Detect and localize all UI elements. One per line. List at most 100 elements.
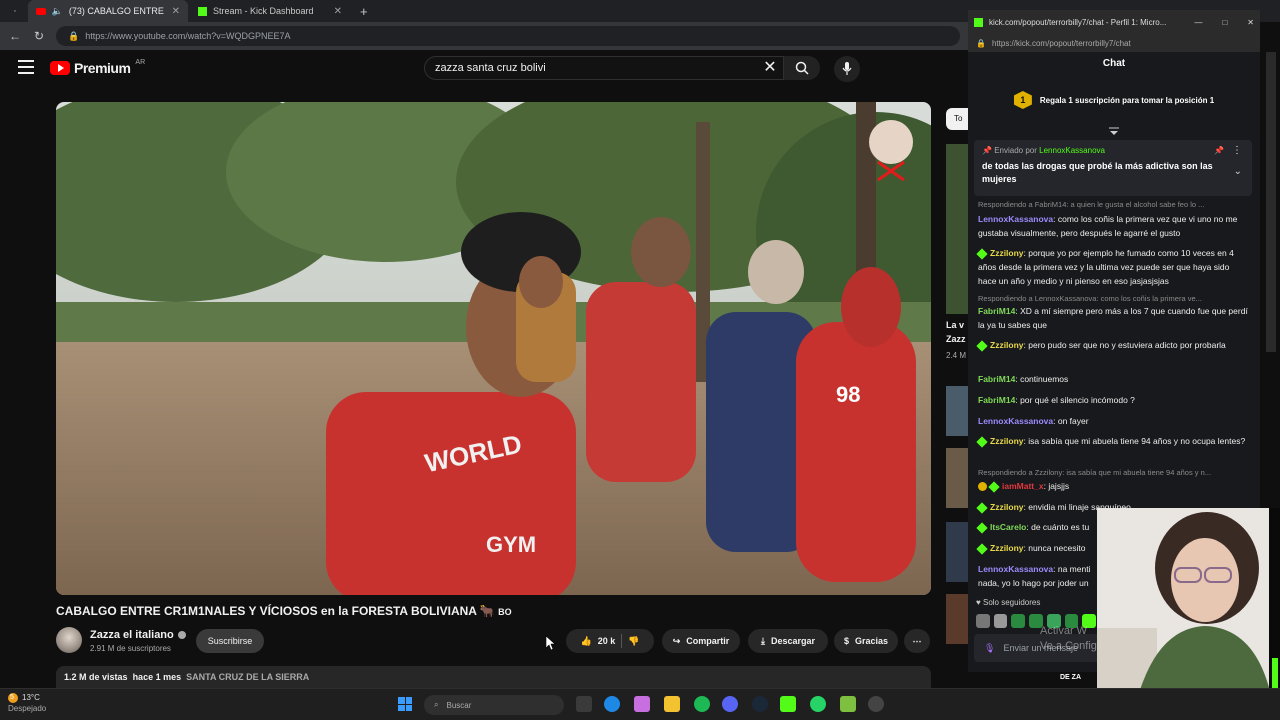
gift-badge-icon (978, 482, 987, 492)
thanks-button[interactable]: $ Gracias (834, 629, 898, 653)
subscriber-badge-icon (976, 436, 988, 448)
weather-widget[interactable]: 5 13°C Despejado (8, 692, 46, 714)
close-icon[interactable]: ✕ (172, 6, 180, 17)
maximize-icon[interactable]: □ (1222, 18, 1227, 27)
channel-avatar[interactable] (56, 627, 82, 653)
tab-kick-dashboard[interactable]: Stream - Kick Dashboard ✕ (190, 0, 350, 22)
share-button[interactable]: ↪ Compartir (662, 629, 740, 653)
chat-username[interactable]: Zzzilony (990, 436, 1024, 446)
chat-username[interactable]: LennoxKassanova (978, 416, 1053, 426)
emote-icon[interactable] (976, 614, 990, 628)
chat-username[interactable]: LennoxKassanova (978, 214, 1053, 224)
kick-url-bar[interactable]: 🔒 https://kick.com/popout/terrorbilly7/c… (968, 34, 1260, 52)
recommendation-thumbnail[interactable] (946, 386, 968, 436)
task-view-icon[interactable] (576, 696, 592, 712)
whatsapp-icon[interactable] (810, 696, 826, 712)
chat-message: LennoxKassanova: como los coñis la prime… (978, 214, 1238, 238)
reload-icon[interactable]: ↻ (32, 29, 46, 43)
file-explorer-icon[interactable] (664, 696, 680, 712)
more-vertical-icon[interactable]: ⋮ (1232, 145, 1242, 156)
pinned-user[interactable]: LennoxKassanova (1039, 146, 1105, 155)
voice-search-button[interactable] (834, 56, 860, 82)
recommendations-strip: To La v Zazz 2.4 M (946, 104, 968, 684)
video-player[interactable]: 98 WORLD GYM (56, 102, 931, 595)
like-button[interactable]: 👍 20 k (581, 636, 616, 647)
kick-url-text: https://kick.com/popout/terrorbilly7/cha… (991, 38, 1131, 48)
share-icon: ↪ (672, 635, 681, 646)
filter-chip[interactable]: To (946, 108, 968, 130)
minimize-icon[interactable]: — (1194, 18, 1202, 27)
pinned-message[interactable]: 📌 Enviado por LennoxKassanova de todas l… (974, 140, 1252, 196)
reply-context: Respondiendo a LennoxKassanova: como los… (978, 294, 1202, 303)
tab-youtube[interactable]: 🔈 (73) CABALGO ENTRE CR1M ✕ (28, 0, 188, 22)
kick-app-icon[interactable] (780, 696, 796, 712)
chat-username[interactable]: FabriM14 (978, 395, 1015, 405)
edge-icon[interactable] (604, 696, 620, 712)
chat-username[interactable]: FabriM14 (978, 306, 1015, 316)
search-input[interactable]: zazza santa cruz bolivi (424, 56, 784, 80)
chat-text: isa sabía que mi abuela tiene 94 años y … (1028, 436, 1246, 446)
chat-username[interactable]: Zzzilony (990, 502, 1024, 512)
app-icon[interactable] (840, 696, 856, 712)
steam-icon[interactable] (752, 696, 768, 712)
close-icon[interactable]: ✕ (1247, 18, 1254, 27)
gift-sub-banner[interactable]: 1 Regala 1 suscripción para tomar la pos… (976, 86, 1252, 114)
new-tab-button[interactable]: + (352, 0, 372, 22)
taskbar-search[interactable]: ⌕ Buscar (424, 695, 564, 715)
close-icon[interactable]: ✕ (334, 6, 342, 17)
download-button[interactable]: ⤓ Descargar (748, 629, 828, 653)
windows-start-icon[interactable] (398, 697, 412, 711)
emote-icon[interactable] (993, 614, 1008, 628)
kick-window-title: kick.com/popout/terrorbilly7/chat - Perf… (988, 17, 1167, 27)
spotify-icon[interactable] (694, 696, 710, 712)
discord-icon[interactable] (722, 696, 738, 712)
thanks-icon: $ (843, 636, 849, 646)
heart-icon: ♥ (976, 598, 981, 607)
weather-icon: 5 (8, 692, 18, 703)
clear-search-icon[interactable]: ✕ (760, 58, 780, 78)
kick-scrollbar[interactable] (1266, 52, 1276, 352)
more-actions-button[interactable]: ⋯ (904, 629, 930, 653)
tab-label: (73) CABALGO ENTRE CR1M (68, 6, 166, 16)
chat-title: Chat (1102, 58, 1126, 69)
kick-logo-icon (974, 17, 983, 27)
region-code: AR (135, 58, 146, 66)
copilot-icon[interactable] (634, 696, 650, 712)
video-title-suffix: BO (498, 607, 512, 617)
video-title: CABALGO ENTRE CR1M1NALES Y VÍCIOSOS en l… (56, 604, 512, 618)
thumbs-up-icon: 👍 (580, 635, 592, 646)
url-field[interactable]: 🔒 https://www.youtube.com/watch?v=WQDGPN… (56, 26, 960, 46)
back-icon[interactable]: ← (8, 29, 22, 43)
channel-name[interactable]: Zazza el italiano (90, 629, 186, 641)
hamburger-menu-icon[interactable] (18, 60, 34, 74)
recommendation-thumbnail[interactable] (946, 144, 968, 314)
pin-toggle-icon[interactable]: 📌 (1214, 146, 1224, 155)
recommendation-thumbnail[interactable] (946, 522, 968, 582)
subscriber-badge-icon (976, 522, 988, 534)
recommendation-thumbnail[interactable] (946, 448, 968, 508)
chat-username[interactable]: FabriM14 (978, 374, 1015, 384)
sidebar-icon[interactable] (6, 0, 24, 22)
youtube-logo[interactable]: Premium AR (50, 58, 146, 76)
webcam-overlay (1097, 508, 1280, 700)
recommendation-thumbnail[interactable] (946, 594, 968, 644)
emote-icon[interactable] (1011, 614, 1026, 628)
recommendation-badge-text: DE ZA (1060, 674, 1081, 681)
obs-icon[interactable] (868, 696, 884, 712)
view-count: 1.2 M de vistas (64, 672, 128, 682)
thumbs-down-icon[interactable]: 👎 (628, 636, 639, 647)
collapse-icon[interactable] (1108, 122, 1120, 135)
chat-text: jajsjjs (1048, 481, 1070, 491)
search-button[interactable] (784, 56, 820, 80)
chat-username[interactable]: Zzzilony (990, 543, 1024, 553)
chat-username[interactable]: Zzzilony (990, 248, 1024, 258)
chat-username[interactable]: iamMatt_x (1002, 481, 1044, 491)
subscribe-button[interactable]: Suscribirse (196, 629, 264, 653)
chat-username[interactable]: LennoxKassanova (978, 564, 1053, 574)
chat-username[interactable]: ItsCarelo (990, 522, 1026, 532)
chevron-down-icon[interactable]: ⌄ (1234, 166, 1242, 177)
microphone-icon[interactable]: 🎙 (984, 643, 995, 654)
subscriber-badge-icon (988, 481, 1000, 493)
activate-windows-line-1: Activar W (1040, 625, 1088, 637)
chat-username[interactable]: Zzzilony (990, 340, 1024, 350)
